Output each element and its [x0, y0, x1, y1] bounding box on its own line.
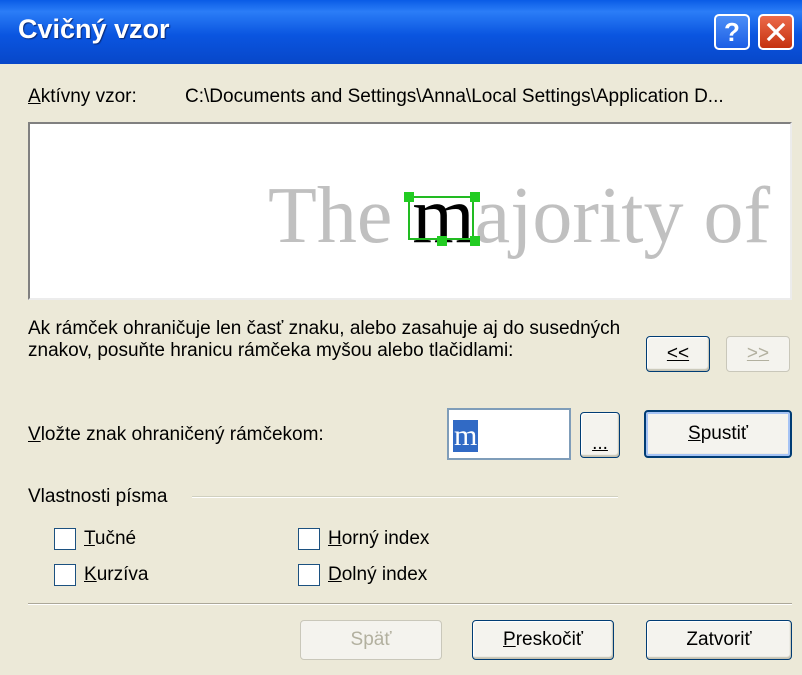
back-button-label: Späť [350, 629, 392, 650]
run-button-label-text: pustiť [700, 423, 748, 444]
footer-separator [28, 603, 792, 605]
bold-label[interactable]: Tučné [84, 528, 136, 550]
character-frame[interactable] [408, 196, 474, 240]
bold-label-hotkey: T [84, 528, 95, 549]
superscript-checkbox[interactable] [298, 528, 320, 550]
active-pattern-path: C:\Documents and Settings\Anna\Local Set… [185, 86, 724, 107]
char-browse-button[interactable]: ... [580, 412, 620, 458]
subscript-label[interactable]: Dolný index [328, 564, 427, 586]
skip-button-hotkey: P [503, 629, 516, 650]
subscript-checkbox[interactable] [298, 564, 320, 586]
help-icon: ? [724, 16, 740, 47]
superscript-label[interactable]: Horný index [328, 528, 429, 550]
close-icon [766, 22, 786, 42]
preview-text-before: The [268, 172, 413, 260]
help-button[interactable]: ? [714, 14, 750, 50]
superscript-label-text: orný index [341, 528, 430, 549]
frame-handle-top-right[interactable] [470, 192, 480, 202]
move-right-icon: >> [746, 343, 770, 364]
move-frame-right-button[interactable]: >> [726, 336, 790, 372]
window-title: Cvičný vzor [18, 14, 170, 44]
skip-button-label-text: reskočiť [515, 629, 583, 650]
pattern-preview[interactable]: The majority of [28, 122, 792, 300]
instructions-text: Ak rámček ohraničuje len časť znaku, ale… [28, 318, 621, 361]
skip-button[interactable]: Preskočiť [472, 620, 614, 660]
preview-text-after: ajority of [474, 172, 771, 260]
font-props-divider [192, 496, 618, 498]
frame-handle-bottom-right[interactable] [470, 236, 480, 246]
bold-checkbox[interactable] [54, 528, 76, 550]
italic-label-hotkey: K [84, 564, 97, 585]
font-props-group-label: Vlastnosti písma [28, 486, 168, 507]
active-pattern-label-hotkey: A [28, 86, 41, 107]
training-pattern-dialog: Cvičný vzor ? Aktívny vzor: C:\Documents… [0, 0, 802, 675]
superscript-label-hotkey: H [328, 528, 342, 549]
skip-button-label: Preskočiť [503, 629, 583, 651]
active-pattern-label: Aktívny vzor: [28, 86, 137, 108]
char-input-value: m [453, 419, 479, 452]
close-window-button[interactable] [758, 14, 794, 50]
italic-label-text: urzíva [96, 564, 149, 585]
bold-label-text: učné [94, 528, 137, 549]
frame-handle-top-left[interactable] [404, 192, 414, 202]
char-entry-label-text: ložte znak ohraničený rámčekom: [40, 424, 324, 445]
move-left-icon: << [666, 343, 690, 364]
active-pattern-label-text: ktívny vzor: [40, 86, 137, 107]
char-input[interactable]: m [447, 408, 571, 460]
italic-checkbox[interactable] [54, 564, 76, 586]
run-button-hotkey: S [688, 423, 701, 444]
close-button[interactable]: Zatvoriť [646, 620, 792, 660]
frame-handle-bottom-center[interactable] [437, 236, 447, 246]
title-bar[interactable]: Cvičný vzor ? [0, 0, 802, 64]
run-button-label: Spustiť [688, 423, 748, 445]
char-entry-label: Vložte znak ohraničený rámčekom: [28, 424, 324, 446]
run-button[interactable]: Spustiť [644, 410, 792, 458]
char-entry-label-hotkey: V [28, 424, 41, 445]
preview-text: The majority of [268, 176, 770, 256]
italic-label[interactable]: Kurzíva [84, 564, 148, 586]
back-button[interactable]: Späť [300, 620, 442, 660]
move-frame-left-button[interactable]: << [646, 336, 710, 372]
subscript-label-hotkey: D [328, 564, 342, 585]
browse-label: ... [592, 433, 608, 454]
subscript-label-text: olný index [341, 564, 428, 585]
